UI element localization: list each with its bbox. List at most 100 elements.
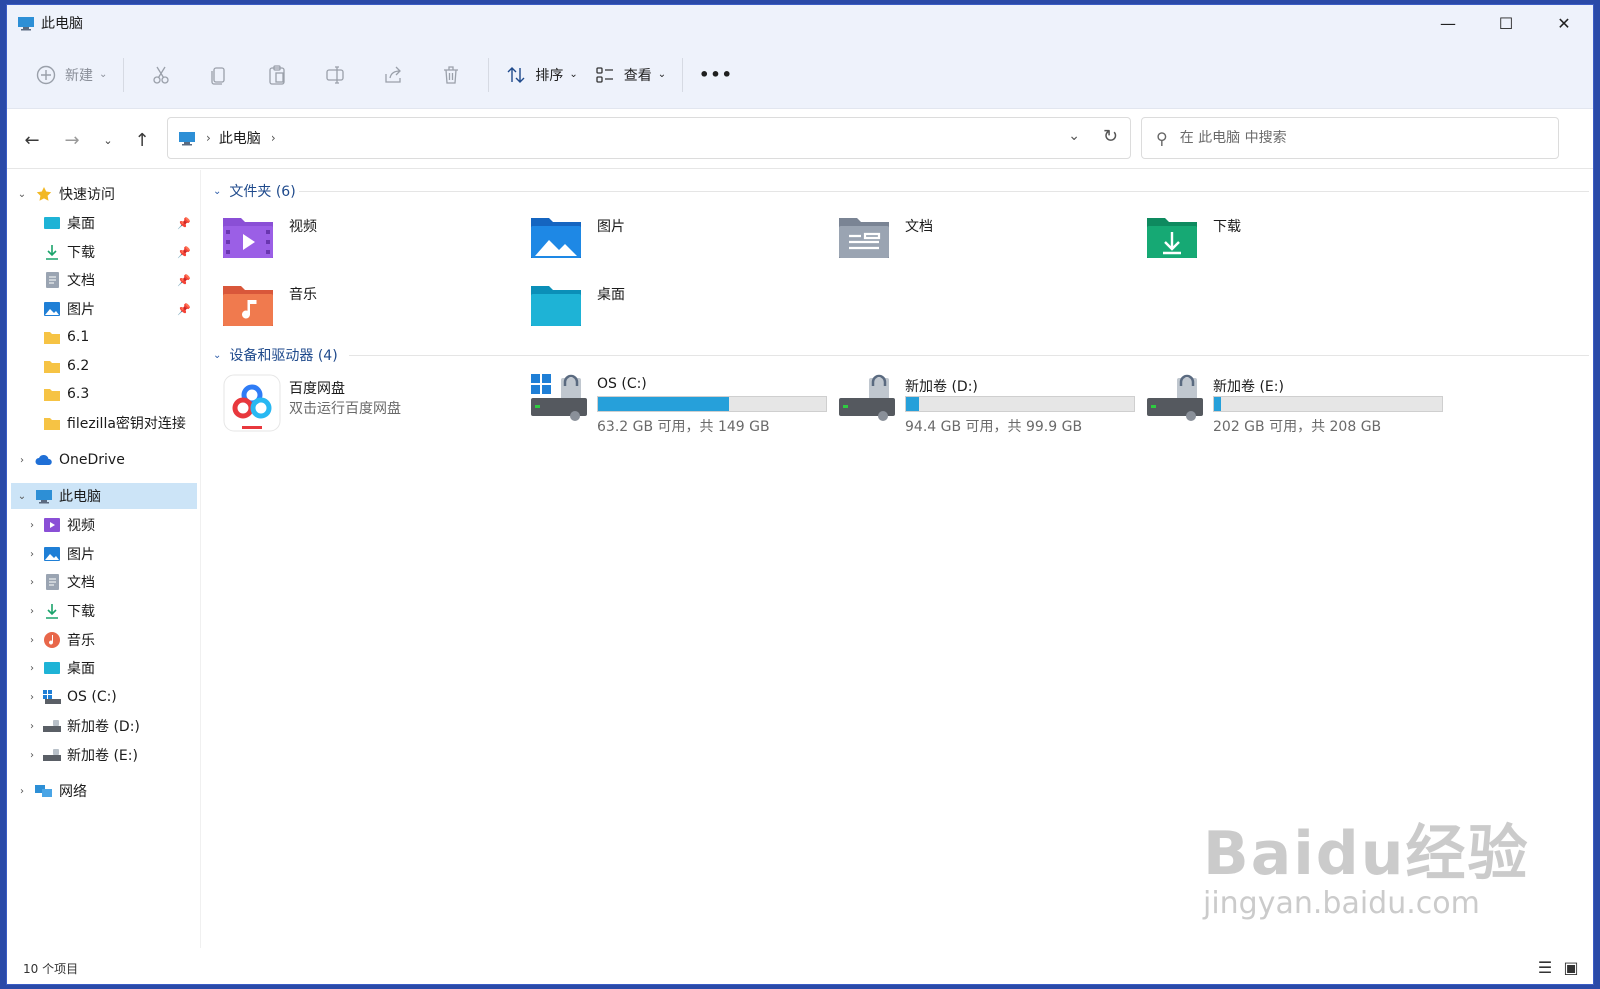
tile-name: 视频 [289,219,317,235]
chevron-right-icon[interactable]: › [271,131,276,145]
device-tile-baidu-netdisk[interactable]: 百度网盘 双击运行百度网盘 [203,374,503,434]
folder-tile-downloads[interactable]: 下载 [1127,210,1427,270]
sidebar-item-drive-c[interactable]: › OS (C:) [25,684,197,710]
pin-icon[interactable]: 📌 [177,217,191,230]
chevron-right-icon[interactable]: › [25,692,39,703]
forward-button[interactable]: → [59,127,85,153]
folder-tile-videos[interactable]: 视频 [203,210,503,270]
folder-tile-desktop[interactable]: 桌面 [511,278,811,338]
breadcrumb-this-pc[interactable]: 此电脑 [219,128,261,148]
address-bar[interactable]: › 此电脑 › ⌄ ↻ [167,117,1131,159]
sidebar-item-label: 网络 [59,784,87,800]
folder-tile-documents[interactable]: 文档 [819,210,1119,270]
sidebar-item-drive-d[interactable]: › 新加卷 (D:) [25,713,197,739]
chevron-right-icon[interactable]: › [25,635,39,646]
sidebar-item-folder[interactable]: 6.3 [43,381,197,407]
sidebar-item-label: 6.2 [67,358,90,374]
chevron-right-icon[interactable]: › [25,750,39,761]
sidebar-item-pictures[interactable]: 图片 📌 [43,296,197,322]
up-button[interactable]: ↑ [129,127,155,153]
sidebar-item-downloads[interactable]: › 下载 [25,598,197,624]
share-button[interactable] [364,55,422,95]
group-header-devices[interactable]: ⌄ 设备和驱动器 (4) [213,345,338,365]
sidebar-item-music[interactable]: › 音乐 [25,627,197,653]
sidebar-item-label: 图片 [67,302,95,318]
search-box: ⚲ [1141,117,1559,159]
tile-subtitle: 双击运行百度网盘 [289,401,401,417]
chevron-right-icon[interactable]: › [25,549,39,560]
search-input[interactable] [1179,130,1540,146]
chevron-down-icon[interactable]: ⌄ [15,491,29,502]
star-icon [35,186,53,202]
sidebar-item-quick-access[interactable]: ⌄ 快速访问 [15,181,205,207]
refresh-icon[interactable]: ↻ [1103,126,1118,147]
maximize-button[interactable]: ☐ [1477,5,1535,41]
chevron-down-icon[interactable]: ⌄ [15,189,29,200]
chevron-right-icon[interactable]: › [25,721,39,732]
sidebar-item-folder[interactable]: 6.2 [43,353,197,379]
drive-tile-e[interactable]: 新加卷 (E:) 202 GB 可用，共 208 GB [1127,374,1443,435]
sidebar-item-videos[interactable]: › 视频 [25,512,197,538]
sidebar-item-label: filezilla密钥对连接 [67,416,186,432]
chevron-right-icon[interactable]: › [15,455,29,466]
tile-name: 下载 [1213,219,1241,235]
tile-name: 百度网盘 [289,381,345,397]
chevron-right-icon[interactable]: › [25,606,39,617]
view-button[interactable]: 查看 ⌄ [586,55,674,95]
sidebar-item-documents[interactable]: › 文档 [25,569,197,595]
group-header-label: 文件夹 (6) [229,184,296,200]
group-divider [349,355,1589,356]
sidebar-item-network[interactable]: › 网络 [15,778,205,804]
cut-button[interactable] [132,55,190,95]
sidebar-item-label: 新加卷 (E:) [67,748,138,764]
drive-tile-c[interactable]: OS (C:) 63.2 GB 可用，共 149 GB [511,374,827,435]
chevron-right-icon[interactable]: › [25,663,39,674]
sidebar-item-label: 视频 [67,518,95,534]
arrow-left-icon: ← [24,129,40,151]
sidebar-item-label: 桌面 [67,661,95,677]
clipboard-icon [269,64,286,85]
rename-icon [326,65,345,84]
document-icon [43,574,61,590]
sidebar-item-desktop[interactable]: 桌面 📌 [43,210,197,236]
chevron-right-icon[interactable]: › [15,786,29,797]
more-options-button[interactable]: ••• [691,55,741,95]
sidebar-item-drive-e[interactable]: › 新加卷 (E:) [25,742,197,768]
drive-tile-d[interactable]: 新加卷 (D:) 94.4 GB 可用，共 99.9 GB [819,374,1135,435]
sidebar-item-desktop[interactable]: › 桌面 [25,655,197,681]
close-button[interactable]: ✕ [1535,5,1593,41]
sidebar-item-pictures[interactable]: › 图片 [25,541,197,567]
sidebar-item-folder[interactable]: 6.1 [43,324,197,350]
tile-name: 桌面 [597,287,625,303]
address-history-dropdown[interactable]: ⌄ [1068,128,1080,144]
delete-button[interactable] [422,55,480,95]
paste-button[interactable] [248,55,306,95]
sidebar-item-downloads[interactable]: 下载 📌 [43,239,197,265]
details-view-button[interactable]: ☰ [1535,958,1555,977]
explorer-window: 此电脑 — ☐ ✕ 新建 ⌄ 排序 ⌄ 查看 ⌄ ••• ← → ⌄ ↑ › 此… [6,4,1594,985]
rename-button[interactable] [306,55,364,95]
chevron-right-icon[interactable]: › [25,520,39,531]
tiles-view-button[interactable]: ▣ [1561,958,1581,977]
new-button[interactable]: 新建 ⌄ [27,55,115,95]
chevron-right-icon[interactable]: › [25,577,39,588]
pin-icon[interactable]: 📌 [177,303,191,316]
chevron-down-icon: ⌄ [99,69,108,80]
sidebar-item-documents[interactable]: 文档 📌 [43,267,197,293]
video-icon [43,517,61,533]
pin-icon[interactable]: 📌 [177,246,191,259]
sidebar-item-onedrive[interactable]: › OneDrive [15,447,205,473]
folder-tile-music[interactable]: 音乐 [203,278,503,338]
minimize-button[interactable]: — [1419,5,1477,41]
sort-button[interactable]: 排序 ⌄ [497,55,585,95]
copy-button[interactable] [190,55,248,95]
sidebar-item-folder[interactable]: filezilla密钥对连接 [43,410,197,436]
recent-locations-button[interactable]: ⌄ [95,127,121,153]
sidebar-item-this-pc[interactable]: ⌄ 此电脑 [11,483,197,509]
group-header-folders[interactable]: ⌄ 文件夹 (6) [213,181,296,201]
pin-icon[interactable]: 📌 [177,274,191,287]
back-button[interactable]: ← [19,127,45,153]
view-label: 查看 [623,67,652,84]
folder-tile-pictures[interactable]: 图片 [511,210,811,270]
chevron-down-icon: ⌄ [657,69,667,80]
